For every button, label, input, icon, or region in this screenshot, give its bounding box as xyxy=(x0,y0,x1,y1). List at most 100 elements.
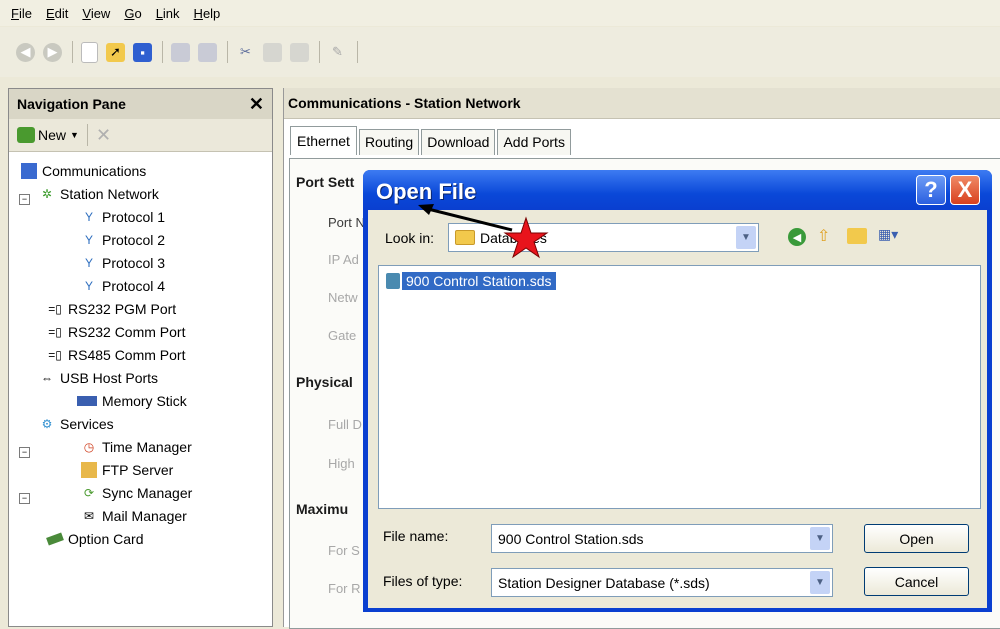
folder-icon xyxy=(455,230,475,245)
tree-view: − − − Communications ✲ Station Network YP… xyxy=(9,152,272,547)
protocol-icon: Y xyxy=(84,233,93,247)
sync-icon: ⟳ xyxy=(83,486,95,500)
label-high-speed: High xyxy=(328,456,355,471)
forward-icon[interactable]: ▶ xyxy=(43,42,62,62)
menu-go[interactable]: Go xyxy=(124,6,141,21)
label-port-name: Port N xyxy=(328,215,365,230)
new-item-icon[interactable] xyxy=(17,127,35,143)
look-in-value: Databases xyxy=(480,229,547,246)
menu-file[interactable]: File xyxy=(11,6,32,21)
save-icon[interactable]: ▪ xyxy=(133,42,152,62)
chevron-down-icon[interactable]: ▼ xyxy=(810,571,830,594)
collapse-icon[interactable]: − xyxy=(19,194,30,205)
tree-item-rs485-comm-port[interactable]: =▯ RS485 Comm Port xyxy=(47,344,185,366)
label-network: Netw xyxy=(328,290,358,305)
close-icon[interactable]: ✕ xyxy=(249,94,264,115)
navigation-toolbar: New ▼ ✕ xyxy=(9,119,272,152)
new-document-icon[interactable] xyxy=(81,41,98,63)
tree-item-option-card[interactable]: Option Card xyxy=(46,528,143,550)
tree-item-protocol-1[interactable]: Y Protocol 1 xyxy=(81,206,165,228)
network-icon: ✲ xyxy=(41,187,53,201)
collapse-icon[interactable]: − xyxy=(19,493,30,504)
collapse-icon[interactable]: − xyxy=(19,447,30,458)
tab-bar: Ethernet Routing Download Add Ports xyxy=(290,126,573,155)
look-in-dropdown[interactable]: Databases ▼ xyxy=(448,223,759,252)
toolbar-separator xyxy=(357,41,358,63)
tree-item-ftp-server[interactable]: FTP Server xyxy=(81,459,173,481)
file-name-input[interactable]: 900 Control Station.sds ▼ xyxy=(491,524,833,553)
tree-item-rs232-comm-port[interactable]: =▯ RS232 Comm Port xyxy=(47,321,185,343)
open-folder-icon[interactable]: ➚ xyxy=(106,42,125,62)
ftp-icon xyxy=(81,462,97,478)
back-icon[interactable]: ◀ xyxy=(788,228,806,246)
up-folder-icon[interactable]: ⇧ xyxy=(817,226,837,246)
tree-item-mail-manager[interactable]: ✉ Mail Manager xyxy=(81,505,187,527)
close-button[interactable]: X xyxy=(950,175,980,205)
tree-item-communications[interactable]: Communications xyxy=(21,160,146,182)
copy-icon[interactable] xyxy=(263,42,282,62)
toolbar-separator xyxy=(162,41,163,63)
tree-item-rs232-pgm-port[interactable]: =▯ RS232 PGM Port xyxy=(47,298,176,320)
file-type-label: Files of type: xyxy=(383,573,463,589)
menu-edit[interactable]: Edit xyxy=(46,6,68,21)
dialog-title-bar[interactable]: Open File ? X xyxy=(363,170,992,210)
back-icon[interactable]: ◀ xyxy=(16,42,35,62)
tab-ethernet[interactable]: Ethernet xyxy=(290,126,357,155)
navigation-pane: Navigation Pane ✕ New ▼ ✕ − − − Communic… xyxy=(8,88,273,627)
tree-item-station-network[interactable]: ✲ Station Network xyxy=(39,183,159,205)
tree-item-protocol-3[interactable]: Y Protocol 3 xyxy=(81,252,165,274)
section-maximum: Maximu xyxy=(296,501,349,517)
dropdown-arrow-icon[interactable]: ▼ xyxy=(70,130,79,140)
tab-download[interactable]: Download xyxy=(421,129,496,155)
usb-icon: ⇔ xyxy=(41,371,53,385)
services-icon: ⚙ xyxy=(41,417,53,431)
chevron-down-icon[interactable]: ▼ xyxy=(736,226,756,249)
tree-item-protocol-4[interactable]: Y Protocol 4 xyxy=(81,275,165,297)
tab-routing[interactable]: Routing xyxy=(358,129,420,155)
serial-port-icon: =▯ xyxy=(48,325,62,339)
navigation-pane-header: Navigation Pane ✕ xyxy=(9,89,272,119)
cancel-button[interactable]: Cancel xyxy=(864,567,969,596)
communications-icon xyxy=(21,163,37,179)
label-ip-address: IP Ad xyxy=(328,252,359,267)
section-port-settings: Port Sett xyxy=(296,174,355,190)
file-item-label: 900 Control Station.sds xyxy=(401,271,557,291)
tree-item-usb-host-ports[interactable]: ⇔ USB Host Ports xyxy=(39,367,158,389)
cut-icon[interactable]: ✂ xyxy=(236,43,255,62)
database-file-icon xyxy=(386,273,400,289)
menu-view[interactable]: View xyxy=(82,6,110,21)
tree-item-sync-manager[interactable]: ⟳ Sync Manager xyxy=(81,482,192,504)
file-type-select[interactable]: Station Designer Database (*.sds) ▼ xyxy=(491,568,833,597)
tree-item-protocol-2[interactable]: Y Protocol 2 xyxy=(81,229,165,251)
file-name-label: File name: xyxy=(383,528,449,544)
tab-add-ports[interactable]: Add Ports xyxy=(497,129,571,155)
file-list: 900 Control Station.sds xyxy=(378,265,981,509)
new-folder-icon[interactable] xyxy=(847,228,867,244)
tree-item-memory-stick[interactable]: Memory Stick xyxy=(77,390,187,412)
new-button[interactable]: New xyxy=(38,127,66,143)
help-button[interactable]: ? xyxy=(916,175,946,205)
menu-link[interactable]: Link xyxy=(156,6,180,21)
delete-icon[interactable]: ✕ xyxy=(96,125,111,146)
print-icon[interactable] xyxy=(198,42,217,62)
menu-bar: File Edit View Go Link Help xyxy=(0,0,1000,26)
dialog-body: Look in: Databases ▼ ◀ ⇧ ▦▾ 900 Control … xyxy=(368,210,987,608)
tree-item-services[interactable]: ⚙ Services xyxy=(39,413,114,435)
paste-icon[interactable] xyxy=(290,42,309,62)
menu-help[interactable]: Help xyxy=(194,6,221,21)
view-menu-icon[interactable]: ▦▾ xyxy=(878,226,898,243)
print-preview-icon[interactable] xyxy=(171,42,190,62)
open-file-dialog: Open File ? X Look in: Databases ▼ ◀ ⇧ ▦… xyxy=(363,170,992,612)
protocol-icon: Y xyxy=(84,256,93,270)
file-item[interactable]: 900 Control Station.sds xyxy=(386,271,557,291)
protocol-icon: Y xyxy=(84,210,93,224)
open-button[interactable]: Open xyxy=(864,524,969,553)
tree-item-time-manager[interactable]: ◷ Time Manager xyxy=(81,436,192,458)
card-icon xyxy=(46,532,64,546)
toolbar-separator xyxy=(72,41,73,63)
look-in-label: Look in: xyxy=(385,230,435,246)
mail-icon: ✉ xyxy=(83,509,95,523)
serial-port-icon: =▯ xyxy=(48,348,62,362)
chevron-down-icon[interactable]: ▼ xyxy=(810,527,830,550)
properties-icon[interactable]: ✎ xyxy=(328,43,347,62)
